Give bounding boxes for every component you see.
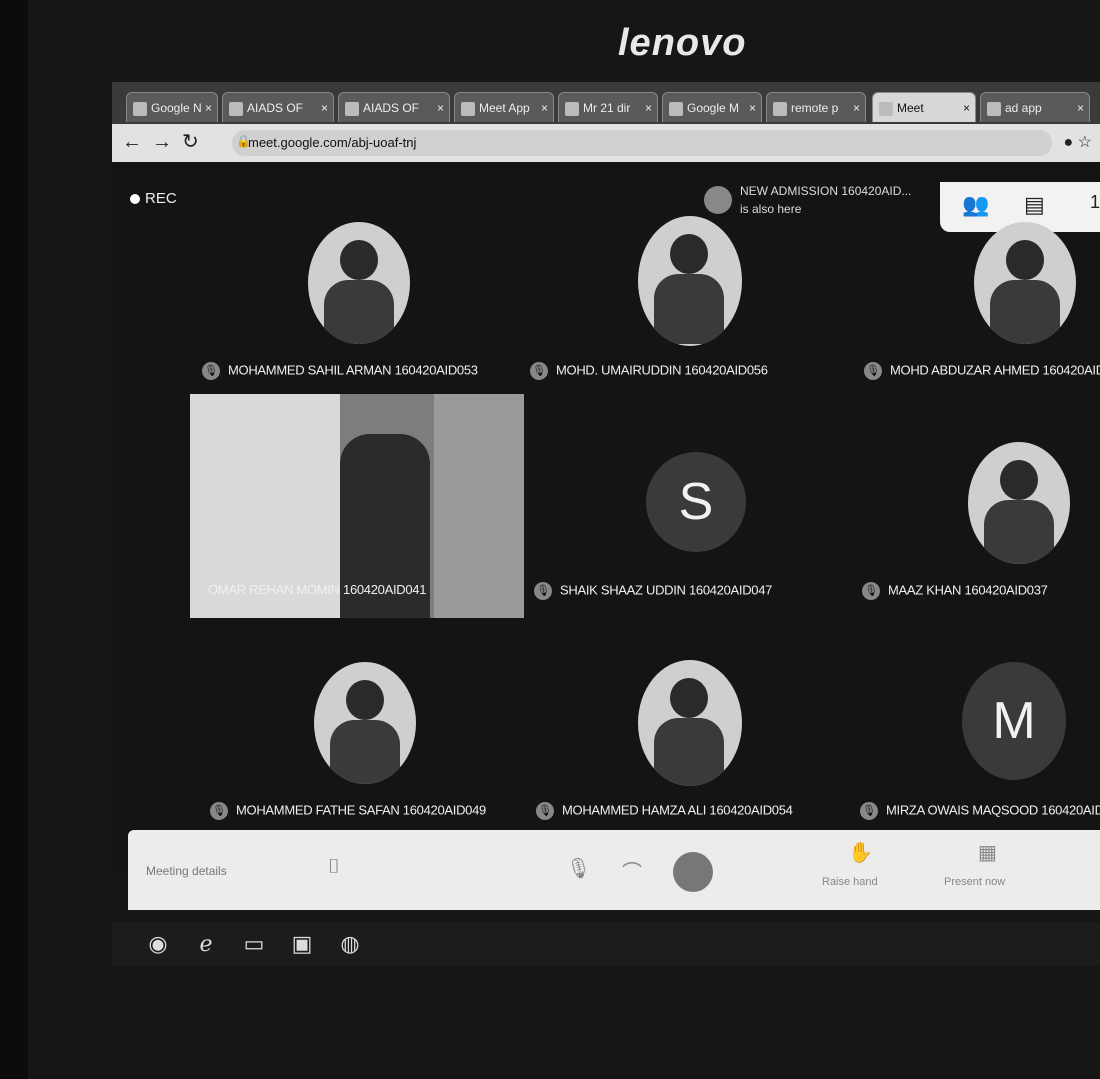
participant-name-label: 🎙 MOHAMMED FATHE SAFAN 160420AID049 (210, 802, 486, 820)
mic-off-icon: 🎙 (202, 362, 220, 380)
browser-tab[interactable]: AIADS OF × (338, 92, 450, 122)
participant-avatar (308, 222, 410, 344)
browser-tab[interactable]: Mr 21 dir × (558, 92, 658, 122)
activities-icon[interactable]: 1 (1090, 192, 1100, 213)
browser-tab[interactable]: Google M × (662, 92, 762, 122)
edge-browser-icon[interactable]: ℯ (190, 928, 222, 960)
close-icon[interactable]: × (853, 93, 860, 122)
participant-avatar (638, 660, 742, 786)
participant-name-label: 🎙 MOHD ABDUZAR AHMED 160420AID0 (864, 362, 1100, 380)
chat-icon[interactable]: ▤ (1024, 192, 1045, 218)
close-icon[interactable]: × (437, 93, 444, 122)
tab-favicon-icon (229, 101, 243, 116)
windows-taskbar: ◉ ℯ ▭ ▣ ◍ (112, 922, 1100, 966)
camera-icon[interactable]: ⌒ (622, 856, 642, 885)
tab-favicon-icon (773, 101, 787, 116)
screen: Google N × AIADS OF × AIADS OF × Meet App × … (112, 82, 1100, 872)
browser-tab[interactable]: ad app × (980, 92, 1090, 122)
join-notification: NEW ADMISSION 160420AID... is also here (704, 182, 944, 222)
close-icon[interactable]: × (749, 93, 756, 122)
browser-toolbar: ← → ↻ 🔒 meet.google.com/abj-uoaf-tnj ● ☆ (112, 124, 1100, 162)
meeting-details-link[interactable]: Meeting details (146, 864, 227, 878)
notification-name: NEW ADMISSION 160420AID... (740, 184, 912, 198)
raise-hand-icon[interactable]: ✋ (848, 840, 873, 865)
browser-tab[interactable]: AIADS OF × (222, 92, 334, 122)
address-bar[interactable]: 🔒 meet.google.com/abj-uoaf-tnj (232, 130, 1052, 156)
record-dot-icon (130, 194, 140, 205)
tab-favicon-icon (987, 101, 1001, 116)
photo-of-monitor: lenovo Google N × AIADS OF × AIADS OF × Mee… (0, 0, 1100, 1079)
caption-icon[interactable]: ⌷ (328, 856, 340, 879)
mic-off-icon: 🎙 (536, 802, 554, 820)
browser-tab[interactable]: Meet App × (454, 92, 554, 122)
present-label[interactable]: Present now (944, 876, 1005, 888)
browser-tab[interactable]: remote p × (766, 92, 866, 122)
participant-letter-avatar: S (646, 452, 746, 552)
participant-avatar (638, 216, 742, 346)
participant-letter-avatar: M (962, 662, 1066, 780)
participant-name-label: 🎙 MAAZ KHAN 160420AID037 (862, 582, 1048, 600)
tab-favicon-icon (345, 101, 359, 116)
url-text: meet.google.com/abj-uoaf-tnj (248, 135, 417, 150)
participant-name-label: 🎙 MOHAMMED HAMZA ALI 160420AID054 (536, 802, 793, 820)
participant-name-label: 🎙 MOHAMMED SAHIL ARMAN 160420AID053 (202, 362, 478, 380)
chrome-icon[interactable]: ◍ (334, 928, 366, 960)
browser-tab[interactable]: Google N × (126, 92, 218, 122)
raise-hand-label[interactable]: Raise hand (822, 876, 878, 888)
close-icon[interactable]: × (541, 93, 548, 122)
notification-subtext: is also here (740, 202, 802, 216)
participant-name-label: 🎙 SHAIK SHAAZ UDDIN 160420AID047 (534, 582, 772, 600)
participant-name-label: 🎙 MIRZA OWAIS MAQSOOD 160420AID05 (860, 802, 1100, 820)
recording-indicator: REC (130, 190, 177, 207)
participant-avatar (974, 222, 1076, 344)
tab-favicon-icon (461, 101, 475, 116)
browser-tab-bar: Google N × AIADS OF × AIADS OF × Meet App × … (112, 82, 1100, 124)
forward-arrow-icon[interactable]: → (152, 130, 172, 154)
avatar (704, 186, 732, 214)
participant-avatar (968, 442, 1070, 564)
close-icon[interactable]: × (205, 93, 212, 122)
file-explorer-icon[interactable]: ▭ (238, 928, 270, 960)
participant-name-label: 🎙 MOHD. UMAIRUDDIN 160420AID056 (530, 362, 768, 380)
tab-favicon-icon (565, 101, 579, 116)
back-arrow-icon[interactable]: ← (122, 130, 142, 154)
close-icon[interactable]: × (963, 93, 970, 122)
participant-avatar (314, 662, 416, 784)
mic-off-icon: 🎙 (534, 582, 552, 600)
participant-name-label: OMAR REHAN MOMIN 160420AID041 (208, 582, 427, 597)
end-call-button[interactable] (673, 852, 713, 892)
browser-tab-active[interactable]: Meet × (872, 92, 976, 122)
mic-off-icon: 🎙 (860, 802, 878, 820)
tab-favicon-icon (133, 101, 147, 116)
people-icon[interactable]: 👥 (962, 192, 989, 218)
mic-off-icon: 🎙 (210, 802, 228, 820)
tab-favicon-icon (879, 101, 893, 116)
close-icon[interactable]: × (321, 93, 328, 122)
meeting-controls-bar: Meeting details ⌷ 🎙 ⌒ ✋ Raise hand ▦ Pre… (128, 830, 1100, 910)
mic-off-icon: 🎙 (864, 362, 882, 380)
browser-menu-icon[interactable]: ● ☆ (1064, 132, 1092, 152)
close-icon[interactable]: × (1077, 93, 1084, 122)
reload-icon[interactable]: ↻ (182, 130, 199, 154)
microphone-icon[interactable]: 🎙 (566, 856, 591, 881)
present-icon[interactable]: ▦ (978, 840, 997, 865)
mic-off-icon: 🎙 (530, 362, 548, 380)
close-icon[interactable]: × (645, 93, 652, 122)
store-icon[interactable]: ▣ (286, 928, 318, 960)
monitor-brand-logo: lenovo (618, 22, 747, 64)
mic-off-icon: 🎙 (862, 582, 880, 600)
start-button-icon[interactable]: ◉ (142, 928, 174, 960)
tab-favicon-icon (669, 101, 683, 116)
